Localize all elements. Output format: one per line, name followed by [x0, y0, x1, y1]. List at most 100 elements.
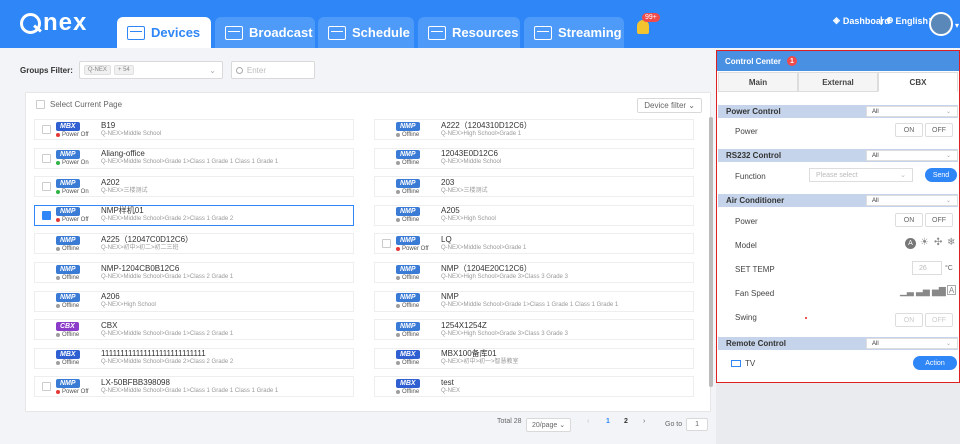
- device-name: NMP样机01: [101, 206, 144, 216]
- device-card[interactable]: NMP Offline 12043E0D12C6 Q-NEX>Middle Schoo…: [374, 147, 694, 169]
- device-card[interactable]: NMP Power On A202 Q-NEX>三楼测试: [34, 176, 354, 198]
- page-1-button[interactable]: 1: [606, 418, 610, 425]
- swing-label: Swing: [735, 313, 757, 322]
- device-card[interactable]: NMP Power Off LQ Q-NEX>Middle School>Grade …: [374, 233, 694, 255]
- device-info: NMP样机01 Q-NEX>Middle School>Grade 2>Class…: [101, 206, 233, 224]
- ac-off-button[interactable]: OFF: [925, 213, 953, 227]
- device-card[interactable]: NMP Offline 203 Q-NEX>三楼测试: [374, 176, 694, 198]
- device-card[interactable]: MBX Offline 111111111111111111111111111 Q-N…: [34, 347, 354, 369]
- device-path: Q-NEX>High School: [101, 302, 156, 309]
- device-card[interactable]: NMP Offline 1254X1254Z Q-NEX>High School>Gr…: [374, 319, 694, 341]
- action-button[interactable]: Action: [913, 356, 957, 370]
- device-type: NMP Offline: [396, 293, 436, 309]
- device-info: NMP（1204E20C12C6） Q-NEX>High School>Grade…: [441, 264, 568, 282]
- device-card[interactable]: MBX Offline test Q-NEX: [374, 376, 694, 398]
- prev-page-button[interactable]: ‹: [587, 418, 589, 425]
- tab-schedule[interactable]: Schedule: [318, 17, 414, 48]
- device-card[interactable]: NMP Offline A222（1204310D12C6） Q-NEX>High S…: [374, 119, 694, 140]
- sun-icon[interactable]: ☀: [920, 237, 929, 248]
- remote-control-select[interactable]: All ⌄: [866, 338, 958, 349]
- fan-speed-auto-icon[interactable]: A: [947, 285, 956, 295]
- next-page-button[interactable]: ›: [643, 418, 645, 425]
- device-type: MBX Offline: [56, 350, 96, 366]
- power-off-button[interactable]: OFF: [925, 123, 953, 137]
- ac-on-button[interactable]: ON: [895, 213, 923, 227]
- device-card[interactable]: MBX Offline MBX100备库01 Q-NEX>初中>初一>智慧教室: [374, 347, 694, 369]
- device-card[interactable]: NMP Offline NMP Q-NEX>Middle School>Grade 1…: [374, 290, 694, 312]
- swing-off-button[interactable]: OFF: [925, 313, 953, 327]
- tab-resources[interactable]: Resources: [418, 17, 520, 48]
- device-status: Offline: [396, 303, 419, 309]
- device-card[interactable]: NMP Offline A225（12047C0D12C6） Q-NEX>初中>初二>…: [34, 233, 354, 255]
- device-info: 203 Q-NEX>三楼测试: [441, 178, 488, 196]
- device-card[interactable]: NMP Offline A206 Q-NEX>High School: [34, 290, 354, 312]
- device-type: NMP Power On: [56, 178, 96, 195]
- rs232-control-select[interactable]: All ⌄: [866, 150, 958, 161]
- select-all-checkbox[interactable]: [36, 100, 45, 109]
- device-card[interactable]: NMP Power On Aliang-office Q-NEX>Middle Sch…: [34, 147, 354, 169]
- device-type-badge: NMP: [56, 207, 80, 217]
- scrollbar[interactable]: [709, 117, 713, 387]
- device-card[interactable]: NMP Offline A205 Q-NEX>High School: [374, 204, 694, 226]
- tab-streaming[interactable]: Streaming: [524, 17, 624, 48]
- streaming-icon: [534, 25, 552, 40]
- device-checkbox[interactable]: [42, 382, 51, 392]
- device-type-badge: NMP: [56, 293, 80, 303]
- cc-tab-cbx[interactable]: CBX: [878, 72, 958, 92]
- device-type: NMP Offline: [396, 121, 436, 138]
- cc-tab-main[interactable]: Main: [718, 72, 798, 92]
- select-current-page[interactable]: Select Current Page: [36, 100, 122, 109]
- search-input[interactable]: Enter: [230, 61, 315, 79]
- page-size-select[interactable]: 20/page ⌄: [526, 418, 572, 432]
- groups-filter-select[interactable]: Q-NEX + 54 ⌄: [78, 61, 223, 79]
- logo[interactable]: nex: [20, 9, 87, 37]
- device-info: NMP Q-NEX>Middle School>Grade 1>Class 1 G…: [441, 292, 618, 310]
- cc-tab-external[interactable]: External: [798, 72, 878, 92]
- device-info: A206 Q-NEX>High School: [101, 292, 156, 310]
- page-2-button[interactable]: 2: [624, 418, 628, 425]
- send-button[interactable]: Send: [925, 168, 957, 182]
- side-panel-footer: [716, 383, 960, 444]
- auto-mode-icon[interactable]: A: [905, 238, 916, 249]
- device-checkbox[interactable]: [382, 239, 391, 249]
- device-checkbox[interactable]: [42, 153, 51, 163]
- device-card[interactable]: NMP Power Off NMP样机01 Q-NEX>Middle School>G…: [34, 204, 354, 226]
- device-status: Offline: [396, 332, 419, 338]
- snowflake-icon[interactable]: ❄: [947, 237, 955, 248]
- temp-select[interactable]: 26: [912, 261, 942, 275]
- power-control-select[interactable]: All ⌄: [866, 106, 958, 117]
- language-selector[interactable]: ⊕English▾: [886, 15, 934, 26]
- device-card[interactable]: NMP Offline NMP（1204E20C12C6） Q-NEX>High Sc…: [374, 262, 694, 283]
- control-center: Control Center 1 Main External CBX Power…: [716, 50, 960, 383]
- dashboard-icon: ◈: [833, 15, 840, 25]
- device-card[interactable]: NMP Power Off LX-50BFBB398098 Q-NEX>Middle …: [34, 376, 354, 398]
- chevron-down-icon[interactable]: ▾: [955, 21, 959, 30]
- device-card[interactable]: MBX Power Off B19 Q-NEX>Middle School: [34, 119, 354, 140]
- device-path: Q-NEX>初中>初一>智慧教室: [441, 359, 519, 366]
- swing-on-button[interactable]: ON: [895, 313, 923, 327]
- fan-speed-high-icon[interactable]: ▅▇: [932, 286, 946, 297]
- device-checkbox[interactable]: [42, 125, 51, 134]
- tab-devices[interactable]: Devices: [117, 17, 211, 48]
- fan-speed-mid-icon[interactable]: ▃▅: [916, 286, 930, 297]
- status-dot-icon: [396, 332, 400, 337]
- device-card[interactable]: NMP Offline NMP-1204CB0B12C6 Q-NEX>Middle S…: [34, 262, 354, 283]
- fan-icon[interactable]: ✣: [934, 237, 942, 248]
- device-checkbox[interactable]: [42, 182, 51, 192]
- device-status: Power On: [56, 160, 89, 166]
- fan-speed-low-icon[interactable]: ▁▃: [900, 286, 914, 297]
- device-status: Offline: [56, 360, 79, 366]
- power-on-button[interactable]: ON: [895, 123, 923, 137]
- function-label: Function: [735, 172, 766, 181]
- device-checkbox[interactable]: [42, 210, 51, 220]
- device-filter-dropdown[interactable]: Device filter ⌄: [637, 98, 702, 113]
- tab-broadcast[interactable]: Broadcast: [215, 17, 315, 48]
- notification-bell-icon[interactable]: [637, 20, 649, 34]
- device-name: LX-50BFBB398098: [101, 377, 170, 387]
- goto-page-input[interactable]: 1: [686, 418, 709, 431]
- air-conditioner-select[interactable]: All ⌄: [866, 195, 958, 206]
- avatar[interactable]: [929, 12, 953, 36]
- device-card[interactable]: CBX Offline CBX Q-NEX>Middle School>Grade 1…: [34, 319, 354, 341]
- function-select[interactable]: Please select ⌄: [809, 168, 913, 182]
- status-dot-icon: [396, 132, 400, 137]
